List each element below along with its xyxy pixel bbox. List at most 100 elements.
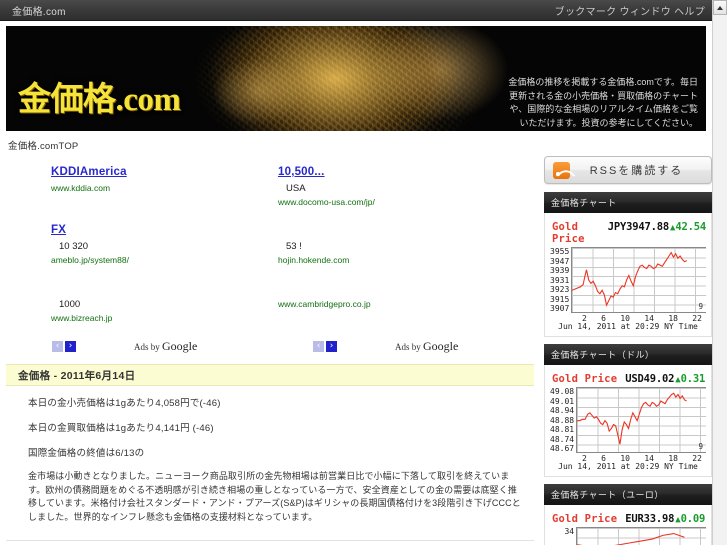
google-wordmark: Google [423,338,459,353]
site-description-line: いただけます。投資の参考にしてください。 [519,117,698,128]
ad-display-url[interactable]: www.cambridgepro.co.jp [278,299,534,309]
article-paragraph: 金市場は小動きとなりました。ニューヨーク商品取引所の金先物相場は前営業日比で小幅… [28,471,521,522]
ad-pager-left: ‹ › [52,340,76,352]
ad-title-link[interactable]: KDDIAmerica [51,166,169,178]
ad-display-url[interactable]: www.bizreach.jp [51,313,270,323]
site-logo[interactable]: 金価格.com [18,72,181,120]
price-chart: 34 33.95 [550,527,706,545]
widget-header: 金価格チャート（ユーロ） [544,484,712,505]
browser-tab-title[interactable]: 金価格.com [12,3,66,18]
article-line: 本日の金買取価格は1gあたり4,141円 (-46) [28,423,214,434]
main-column: KDDIAmerica www.kddia.com FX 10 320 ameb… [0,156,540,545]
chart-line-svg [577,528,706,545]
content-row: KDDIAmerica www.kddia.com FX 10 320 ameb… [0,156,712,545]
ad-prev-button[interactable]: ‹ [313,340,324,352]
ad-next-button[interactable]: › [326,340,337,352]
page-viewport: 金価格.com 金価格の推移を掲載する金価格.comです。毎日 更新される金の小… [0,21,712,545]
widget-title: 金価格チャート（ドル） [551,350,655,360]
ad-display-url[interactable]: www.kddia.com [51,183,270,193]
widget-gold-price-usd: 金価格チャート（ドル） Gold Price USD49.02 ▲ 0.31 4… [544,344,712,477]
ad-pager-right: ‹ › [313,340,337,352]
y-tick: 48.67 [550,444,575,453]
ad-display-url[interactable]: hojin.hokende.com [278,255,534,265]
widget-header: 金価格チャート（ドル） [544,344,712,365]
ad-unit[interactable]: 53 ! hojin.hokende.com [278,220,534,278]
arrow-up-icon [717,5,723,10]
rss-subscribe-button[interactable]: RSSを購読する [544,156,712,184]
widget-body: Gold Price EUR33.98 ▲ 0.09 34 33.95 [544,505,712,545]
ad-unit[interactable]: KDDIAmerica www.kddia.com [51,162,270,220]
quote-label: Gold Price [552,513,618,525]
ad-prev-button[interactable]: ‹ [52,340,63,352]
chart-plot-area [576,527,706,545]
ads-footer: ‹ › Ads by Google ‹ › Ads by Google [6,338,534,354]
browser-toolbar: 金価格.com ブックマーク ウィンドウ ヘルプ [0,0,727,21]
widget-body: Gold Price USD49.02 ▲ 0.31 49.08 49.01 4… [544,365,712,477]
ad-description: 10 320 [59,241,89,252]
quote-price: USD49.02 [625,373,675,385]
google-wordmark: Google [162,338,198,353]
ads-footer-left: ‹ › Ads by Google [12,339,273,354]
site-description: 金価格の推移を掲載する金価格.comです。毎日 更新される金の小売価格・買取価格… [408,76,698,130]
browser-menu-items[interactable]: ブックマーク ウィンドウ ヘルプ [555,3,721,18]
chart-timestamp: Jun 14, 2011 at 20:29 NY Time [558,322,698,331]
ads-by-google-label[interactable]: Ads by Google [395,339,458,354]
article-divider [6,540,534,541]
chart-series-line [572,253,687,306]
y-tick: 3955 [550,247,570,256]
chart-y-axis: 3955 3947 3939 3931 3923 3915 3907 [550,247,571,313]
scroll-up-button[interactable] [713,0,727,15]
chart-plot-area: 9 [571,247,706,313]
ad-display-url[interactable]: www.docomo-usa.com/jp/ [278,197,534,207]
ad-display-url[interactable]: ameblo.jp/system88/ [51,255,270,265]
y-tick: 48.81 [550,425,575,434]
article: 金価格 - 2011年6月14日 本日の金小売価格は1gあたり4,058円で(-… [6,364,534,541]
article-line: 本日の金小売価格は1gあたり4,058円で(-46) [28,398,221,409]
chart-y-axis: 34 33.95 [550,527,576,545]
widget-header: 金価格チャート [544,192,712,213]
y-tick: 3915 [550,294,570,304]
y-tick: 49.08 [550,387,575,396]
ad-unit[interactable]: www.cambridgepro.co.jp [278,278,534,336]
chart-series-line [577,534,684,545]
y-tick: 3931 [550,275,570,285]
ad-title-link[interactable]: FX [51,224,131,236]
page-scrollbar[interactable] [712,0,727,545]
ads-by-prefix: Ads by [395,341,424,352]
ad-title-link[interactable]: 10,500... [278,166,396,178]
ad-unit[interactable]: 10,500... USA www.docomo-usa.com/jp/ [278,162,534,220]
ad-unit[interactable]: FX 10 320 ameblo.jp/system88/ [51,220,270,278]
article-line: 国際金価格の終値は6/13の [28,448,145,459]
site-description-line: 金価格の推移を掲載する金価格.comです。毎日 [508,77,698,87]
price-chart: 3955 3947 3939 3931 3923 3915 3907 9 [550,247,706,313]
quote-label: Gold Price [552,373,618,385]
ad-next-button[interactable]: › [65,340,76,352]
breadcrumb[interactable]: 金価格.comTOP [8,138,712,152]
y-tick: 3939 [550,266,570,275]
y-tick: 48.94 [550,406,575,415]
rss-feed-icon [553,161,570,179]
widget-gold-price-jpy: 金価格チャート Gold Price JPY3947.88 ▲ 42.54 39… [544,192,712,337]
quote-change: 0.31 [680,373,706,385]
y-tick: 34 [564,527,575,536]
widget-title: 金価格チャート（ユーロ） [551,490,664,500]
chart-series-line [577,393,687,444]
y-tick: 49.01 [550,396,575,406]
quote-header: Gold Price JPY3947.88 ▲ 42.54 [550,221,706,245]
site-description-line: や、国際的な金相場のリアルタイム価格をご覧 [509,104,698,114]
ad-unit[interactable]: 1000 www.bizreach.jp [51,278,270,336]
chart-line-svg [572,248,706,312]
widget-body: Gold Price JPY3947.88 ▲ 42.54 3955 3947 … [544,213,712,337]
ads-by-google-label[interactable]: Ads by Google [134,339,197,354]
quote-price: EUR33.98 [625,513,675,525]
site-description-line: 更新される金の小売価格・買取価格のチャート [509,90,698,101]
article-heading: 金価格 - 2011年6月14日 [6,364,534,386]
ad-description: 1000 [59,299,81,310]
ad-description: 53 ! [286,241,302,252]
quote-change: 0.09 [680,513,706,525]
chart-corner-number: 9 [698,442,703,451]
google-ads-block: KDDIAmerica www.kddia.com FX 10 320 ameb… [0,162,540,354]
y-tick: 48.74 [550,434,575,444]
chart-line-svg [577,388,706,452]
sidebar: RSSを購読する 金価格チャート Gold Price JPY3947.88 ▲… [540,156,712,545]
